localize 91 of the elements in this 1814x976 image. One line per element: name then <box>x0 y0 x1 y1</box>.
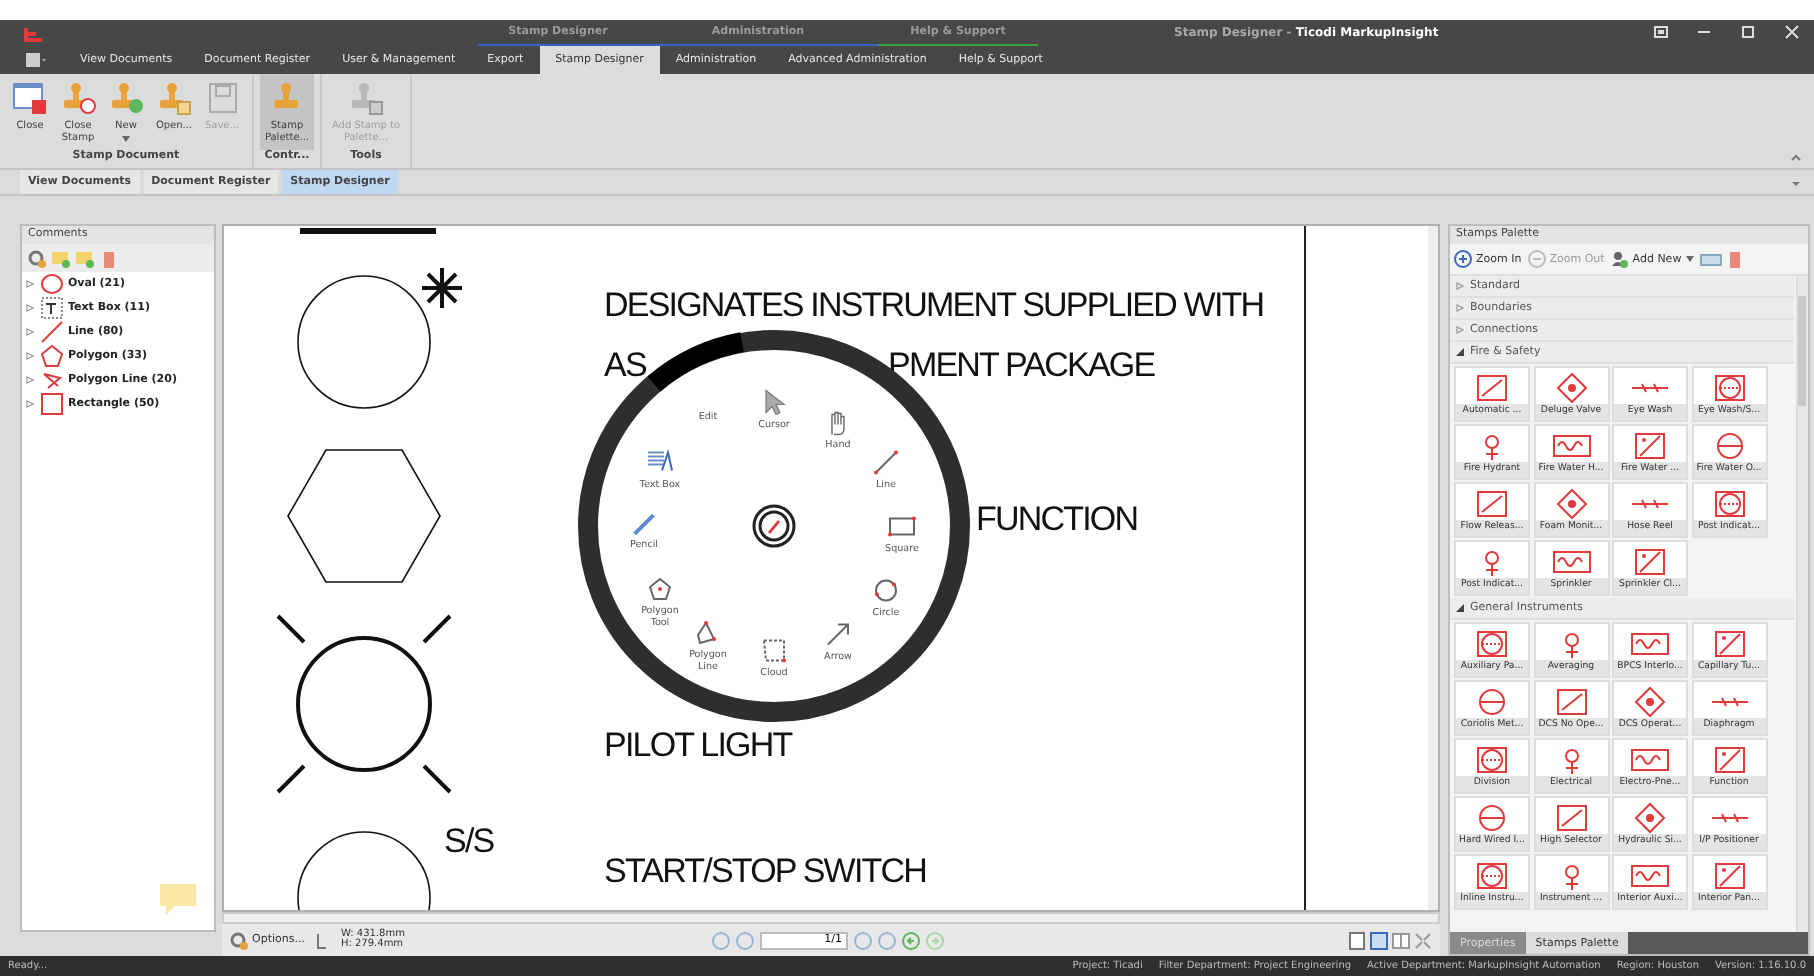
back-icon[interactable] <box>902 931 920 949</box>
drawing-text: PILOT LIGHT <box>604 726 792 766</box>
polyline-icon <box>694 619 722 647</box>
expand-arrow-icon <box>1456 304 1464 312</box>
arrow-icon <box>824 620 852 649</box>
zoom-out-icon <box>1527 250 1546 268</box>
line-icon <box>872 448 900 477</box>
symbol-icon <box>1551 488 1591 520</box>
trash-icon[interactable] <box>100 249 118 267</box>
symbol-icon <box>1551 372 1591 404</box>
symbol-icon <box>1709 488 1749 520</box>
symbol-icon <box>1472 372 1512 404</box>
pen-icon[interactable] <box>752 504 796 548</box>
symbol-icon <box>1630 546 1670 578</box>
symbol-icon <box>1551 686 1591 718</box>
expand-arrow-icon <box>1456 282 1464 290</box>
stamp-icon <box>108 80 144 116</box>
window-icon <box>12 80 48 116</box>
circle-icon <box>872 576 900 605</box>
line-icon <box>40 320 64 344</box>
stamp-icon <box>348 80 384 116</box>
symbol-icon <box>1630 686 1670 718</box>
two-pages-icon[interactable] <box>1392 931 1410 949</box>
symbol-icon <box>1709 372 1749 404</box>
circle-symbol <box>296 274 432 410</box>
oval-icon <box>40 272 64 296</box>
symbol-icon <box>1630 860 1670 892</box>
fit-page-icon[interactable] <box>1370 931 1388 949</box>
asterisk-icon <box>420 266 464 310</box>
last-page-icon[interactable] <box>878 931 896 949</box>
pencil-icon <box>630 508 658 537</box>
symbol-icon <box>1551 802 1591 834</box>
expand-arrow-icon[interactable] <box>26 280 34 288</box>
gear-icon <box>230 931 248 949</box>
fit-width-icon[interactable] <box>1414 931 1432 949</box>
symbol-icon <box>1630 802 1670 834</box>
save-icon <box>204 80 240 116</box>
cursor-icon <box>760 388 788 417</box>
app-logo <box>24 25 44 41</box>
comment-icon <box>158 882 198 918</box>
symbol-icon <box>1551 546 1591 578</box>
expand-arrow-icon[interactable] <box>26 304 34 312</box>
gear-icon[interactable] <box>28 249 46 267</box>
expand-arrow-icon[interactable] <box>26 376 34 384</box>
symbol-icon <box>1709 744 1749 776</box>
symbol-icon <box>1472 860 1512 892</box>
drawing-text: AS <box>604 346 646 386</box>
expand-arrow-icon <box>1456 326 1464 334</box>
stamp-icon <box>156 80 192 116</box>
drawing-text: PMENT PACKAGE <box>888 346 1155 386</box>
symbol-icon <box>1551 430 1591 462</box>
expand-arrow-icon[interactable] <box>26 400 34 408</box>
polyline-icon <box>40 368 64 392</box>
previous-page-icon[interactable] <box>736 931 754 949</box>
collapse-arrow-icon <box>1456 348 1464 356</box>
line-mark <box>300 228 436 234</box>
symbol-icon <box>1472 628 1512 660</box>
symbol-icon <box>1630 628 1670 660</box>
drawing-text: FUNCTION <box>976 500 1138 540</box>
symbol-icon <box>1472 744 1512 776</box>
pentagon-icon <box>646 575 674 603</box>
expand-arrow-icon[interactable] <box>26 352 34 360</box>
symbol-icon <box>1709 860 1749 892</box>
expand-arrow-icon[interactable] <box>26 328 34 336</box>
next-page-icon[interactable] <box>854 931 872 949</box>
first-page-icon[interactable] <box>712 931 730 949</box>
dropdown-icon[interactable] <box>1790 180 1802 188</box>
rectangle-icon <box>888 512 916 541</box>
symbol-icon <box>1630 430 1670 462</box>
drawing-text: S/S <box>444 822 494 862</box>
cloud-icon <box>760 636 788 665</box>
polygon-icon <box>40 344 64 368</box>
note-icon[interactable] <box>52 249 70 267</box>
size-icon <box>316 931 329 949</box>
drawing-text: START/STOP SWITCH <box>604 852 927 892</box>
note-icon[interactable] <box>76 249 94 267</box>
collapse-icon[interactable] <box>1790 154 1802 162</box>
add-user-icon <box>1610 250 1629 268</box>
zoom-in-icon <box>1454 250 1472 268</box>
page-icon[interactable] <box>1348 931 1366 949</box>
trash-icon[interactable] <box>1727 250 1742 268</box>
resize-icon[interactable] <box>1699 251 1722 267</box>
symbol-icon <box>1630 744 1670 776</box>
symbol-icon <box>1472 488 1512 520</box>
symbol-icon <box>1709 628 1749 660</box>
stamp-icon <box>60 80 96 116</box>
collapse-arrow-icon <box>1456 604 1464 612</box>
text-box-icon <box>40 296 64 320</box>
rectangle-icon <box>40 392 64 416</box>
drawing-text: DESIGNATES INSTRUMENT SUPPLIED WITH <box>604 286 1264 326</box>
text-box-icon <box>646 448 674 477</box>
